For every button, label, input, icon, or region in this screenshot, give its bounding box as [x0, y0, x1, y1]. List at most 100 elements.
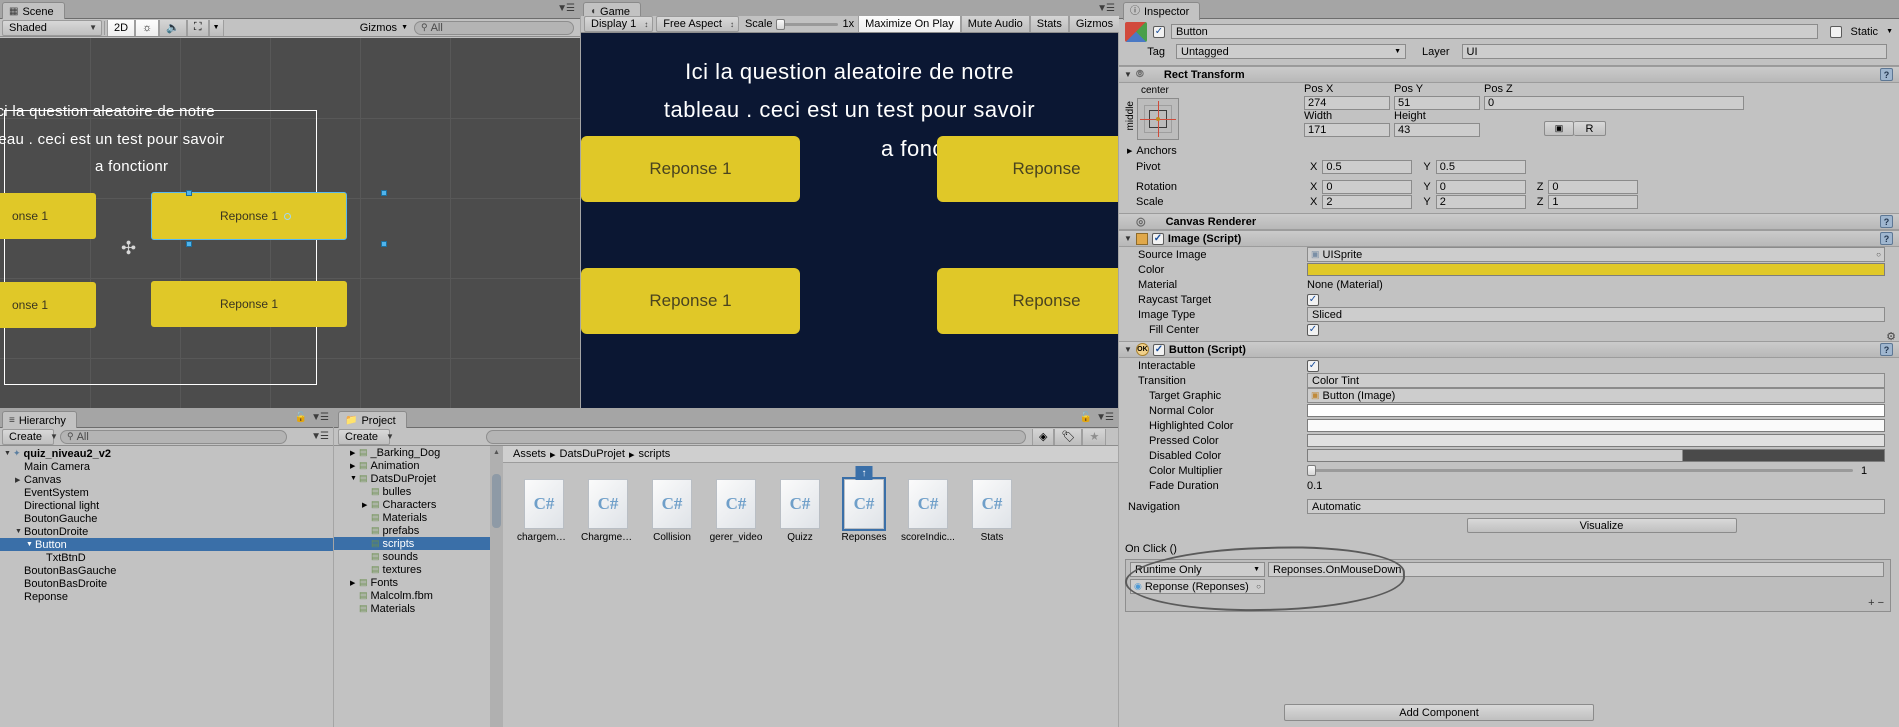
tab-hierarchy[interactable]: ≡ Hierarchy	[2, 411, 77, 429]
scene-gizmos-button[interactable]: Gizmos ▼	[354, 20, 414, 36]
height-field[interactable]: 43	[1394, 123, 1480, 137]
hamburger-icon[interactable]: ▼☰	[1097, 3, 1115, 14]
on-click-object-field[interactable]: ◉ Reponse (Reponses) ○	[1130, 579, 1265, 594]
project-folder-scripts[interactable]: ▤ scripts	[334, 537, 502, 550]
chevron-down-icon[interactable]: ▼	[1886, 28, 1893, 35]
scene-button-bottom-right[interactable]: Reponse 1	[151, 281, 347, 327]
hierarchy-item-txtbtnd[interactable]: TxtBtnD	[0, 551, 333, 564]
scene-audio-toggle[interactable]: 🔈	[159, 19, 187, 36]
hierarchy-item-boutondroite[interactable]: ▼ BoutonDroite	[0, 525, 333, 538]
foldout-triangle-icon[interactable]: ▼	[26, 541, 35, 548]
mute-audio-toggle[interactable]: Mute Audio	[960, 16, 1030, 32]
game-scale-slider[interactable]: Scale 1x	[745, 18, 854, 30]
game-display-dropdown[interactable]: Display 1 ↕	[584, 16, 654, 32]
raw-edit-mode-button[interactable]: R	[1574, 121, 1606, 136]
asset-item[interactable]: C# Stats	[965, 479, 1019, 543]
maximize-on-play-toggle[interactable]: Maximize On Play	[858, 16, 961, 32]
component-menu-icon[interactable]: ⚙	[1886, 330, 1896, 343]
asset-item[interactable]: C# scoreIndic...	[901, 479, 955, 543]
scene-button-top-left[interactable]: onse 1	[0, 193, 96, 239]
tag-dropdown[interactable]: Untagged ▼	[1176, 44, 1406, 59]
hierarchy-item-quiz-niveau2-v2[interactable]: ▼ ✦ quiz_niveau2_v2	[0, 447, 333, 460]
hierarchy-item-button[interactable]: ▼ Button	[0, 538, 333, 551]
scene-search-input[interactable]: ⚲ All	[414, 20, 574, 35]
foldout-triangle-icon[interactable]: ▼	[1124, 234, 1132, 243]
add-event-button[interactable]: +	[1868, 597, 1874, 609]
hierarchy-item-eventsystem[interactable]: EventSystem	[0, 486, 333, 499]
pos-z-field[interactable]: 0	[1484, 96, 1744, 110]
project-folder-materials[interactable]: ▤ Materials	[334, 511, 502, 524]
pos-x-field[interactable]: 274	[1304, 96, 1390, 110]
scene-button-bottom-left[interactable]: onse 1	[0, 282, 96, 328]
object-picker-icon[interactable]: ○	[1876, 250, 1881, 259]
resize-handle-br[interactable]	[381, 241, 387, 247]
foldout-triangle-icon[interactable]: ▼	[15, 528, 24, 535]
game-aspect-dropdown[interactable]: Free Aspect ↕	[656, 16, 739, 32]
game-button-top-right[interactable]: Reponse	[937, 136, 1118, 202]
asset-item[interactable]: C# Quizz	[773, 479, 827, 543]
tab-inspector[interactable]: ⓘ Inspector	[1123, 2, 1201, 20]
pivot-x-field[interactable]: 0.5	[1322, 159, 1413, 174]
runtime-mode-dropdown[interactable]: Runtime Only ▼	[1130, 562, 1265, 577]
hamburger-icon[interactable]: ▼☰	[1096, 412, 1114, 423]
scene-button-selected[interactable]: Reponse 1	[151, 192, 347, 240]
project-folder-tree[interactable]: ▶ ▤ _Barking_Dog ▶ ▤ Animation ▼ ▤ DatsDuProjet ▤…	[334, 446, 502, 727]
project-folder-animation[interactable]: ▶ ▤ Animation	[334, 459, 502, 472]
object-picker-icon[interactable]: ○	[1256, 582, 1261, 591]
hierarchy-panel-menu[interactable]: 🔓 ▼☰	[295, 412, 329, 423]
foldout-triangle-icon[interactable]: ▶	[350, 579, 359, 587]
hierarchy-item-boutonbasgauche[interactable]: BoutonBasGauche	[0, 564, 333, 577]
stats-toggle[interactable]: Stats	[1029, 16, 1069, 32]
tab-project[interactable]: 📁 Project	[338, 411, 407, 429]
foldout-triangle-icon[interactable]: ▼	[350, 475, 359, 482]
project-folder-materials[interactable]: ▤ Materials	[334, 602, 502, 615]
foldout-triangle-icon[interactable]: ▼	[4, 450, 13, 457]
image-script-header[interactable]: ▼ ✓ Image (Script) ?	[1119, 230, 1899, 247]
hamburger-icon[interactable]: ▼☰	[557, 3, 575, 14]
fill-center-checkbox[interactable]: ✓	[1307, 323, 1319, 336]
hierarchy-item-canvas[interactable]: ▶ Canvas	[0, 473, 333, 486]
hierarchy-tree[interactable]: ▼ ✦ quiz_niveau2_v2 Main Camera ▶ Canvas Event…	[0, 447, 333, 727]
foldout-triangle-icon[interactable]: ▶	[1127, 147, 1136, 155]
project-folder-fonts[interactable]: ▶ ▤ Fonts	[334, 576, 502, 589]
resize-handle-tr[interactable]	[381, 190, 387, 196]
scale-x-field[interactable]: 2	[1322, 194, 1413, 209]
game-button-top-left[interactable]: Reponse 1	[581, 136, 800, 202]
project-folder-prefabs[interactable]: ▤ prefabs	[334, 524, 502, 537]
visualize-button[interactable]: Visualize	[1466, 518, 1737, 533]
game-gizmos-button[interactable]: Gizmos	[1068, 16, 1121, 32]
asset-item[interactable]: C# gerer_video	[709, 479, 763, 543]
filter-by-type-button[interactable]: ◈	[1032, 428, 1055, 445]
fade-duration-value[interactable]: 0.1	[1307, 480, 1322, 492]
asset-item[interactable]: C# chargemen...	[517, 479, 571, 543]
foldout-triangle-icon[interactable]: ▼	[1124, 70, 1132, 79]
source-image-field[interactable]: ▣ UISprite ○	[1307, 247, 1885, 262]
breadcrumb-scripts[interactable]: scripts	[639, 448, 671, 460]
tab-scene[interactable]: ▦ Scene	[2, 2, 65, 20]
color-multiplier-knob[interactable]	[1307, 465, 1316, 476]
foldout-triangle-icon[interactable]: ▼	[1124, 345, 1132, 354]
project-search-input[interactable]	[486, 429, 1026, 444]
image-type-dropdown[interactable]: Sliced	[1307, 307, 1885, 322]
remove-event-button[interactable]: −	[1878, 597, 1884, 609]
width-field[interactable]: 171	[1304, 123, 1390, 137]
game-viewport[interactable]: Ici la question aleatoire de notre table…	[581, 33, 1118, 408]
project-panel-menu[interactable]: 🔓 ▼☰	[1080, 412, 1114, 423]
blueprint-mode-button[interactable]: ▣	[1544, 121, 1574, 136]
foldout-triangle-icon[interactable]: ▶	[15, 476, 24, 484]
color-multiplier-value[interactable]: 1	[1861, 465, 1885, 477]
material-value[interactable]: None (Material)	[1307, 279, 1383, 291]
foldout-triangle-icon[interactable]: ▶	[362, 501, 371, 509]
game-button-bottom-left[interactable]: Reponse 1	[581, 268, 800, 334]
scale-y-field[interactable]: 2	[1435, 194, 1526, 209]
lock-icon[interactable]: 🔓	[295, 412, 307, 423]
scene-shading-dropdown[interactable]: Shaded ▼	[2, 19, 102, 36]
object-name-field[interactable]: Button	[1171, 24, 1818, 39]
hamburger-icon[interactable]: ▼☰	[311, 412, 329, 423]
target-graphic-field[interactable]: ▣ Button (Image)	[1307, 388, 1885, 403]
breadcrumb-datsduprojet[interactable]: DatsDuProjet	[560, 448, 625, 460]
foldout-triangle-icon[interactable]: ▶	[350, 449, 359, 457]
navigation-dropdown[interactable]: Automatic	[1307, 499, 1885, 514]
rot-y-field[interactable]: 0	[1435, 179, 1526, 194]
asset-grid[interactable]: C# chargemen... C# Chargment... C# Collision C…	[503, 463, 1118, 543]
